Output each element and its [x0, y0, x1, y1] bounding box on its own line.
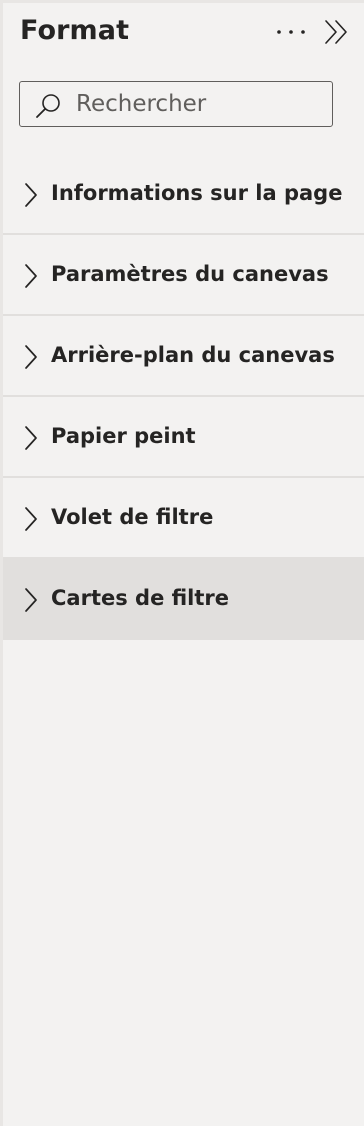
section-label: Cartes de filtre — [51, 586, 230, 610]
section-label: Volet de filtre — [51, 505, 214, 529]
section-label: Papier peint — [51, 424, 196, 448]
section-canvas-background[interactable]: Arrière-plan du canevas — [3, 316, 364, 397]
chevron-right-icon — [25, 183, 37, 207]
chevron-right-icon — [25, 507, 37, 531]
search-icon — [36, 94, 60, 118]
pane-header: Format — [3, 0, 364, 70]
search-input[interactable] — [76, 88, 326, 120]
chevron-right-icon — [25, 426, 37, 450]
search-box[interactable] — [19, 81, 333, 127]
double-chevron-right-icon — [325, 20, 347, 44]
section-canvas-settings[interactable]: Paramètres du canevas — [3, 235, 364, 316]
chevron-right-icon — [25, 588, 37, 612]
more-options-button[interactable] — [273, 14, 309, 50]
section-filter-pane[interactable]: Volet de filtre — [3, 478, 364, 559]
section-label: Arrière-plan du canevas — [51, 343, 335, 367]
format-pane: Format Informations sur la p — [0, 0, 364, 1126]
collapse-pane-button[interactable] — [319, 14, 355, 50]
chevron-right-icon — [25, 264, 37, 288]
pane-title: Format — [20, 15, 130, 46]
format-sections-list: Informations sur la page Paramètres du c… — [3, 154, 364, 640]
section-label: Paramètres du canevas — [51, 262, 329, 286]
section-filter-cards[interactable]: Cartes de filtre — [3, 559, 364, 640]
chevron-right-icon — [25, 345, 37, 369]
section-label: Informations sur la page — [51, 181, 343, 205]
section-wallpaper[interactable]: Papier peint — [3, 397, 364, 478]
section-page-information[interactable]: Informations sur la page — [3, 154, 364, 235]
more-options-icon — [277, 30, 305, 34]
